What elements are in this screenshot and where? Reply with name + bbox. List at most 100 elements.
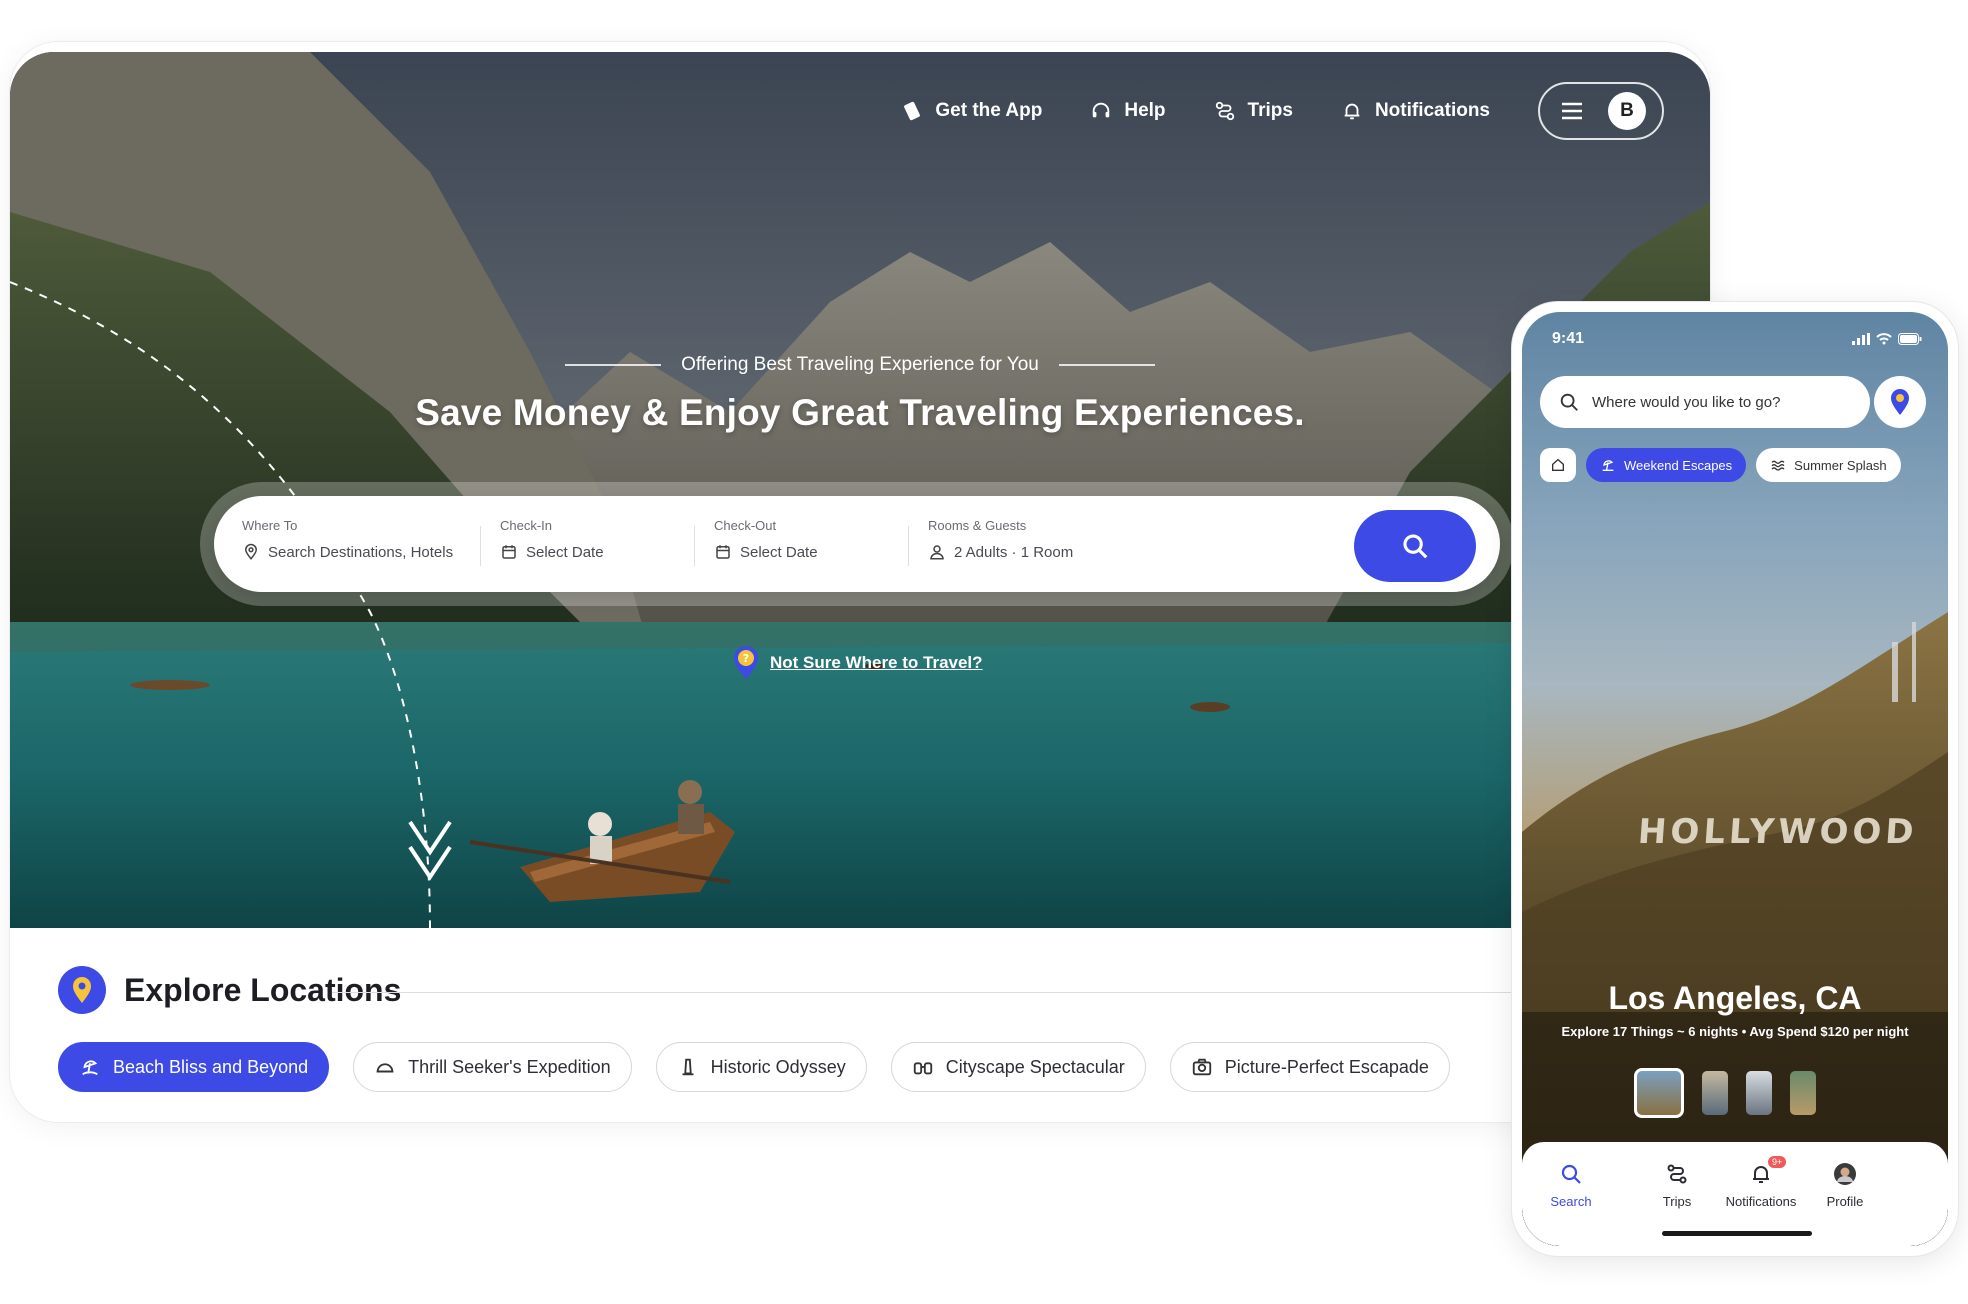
search-panel: Where To Search Destinations, Hotels Che…: [200, 482, 1514, 606]
category-chips: Beach Bliss and Beyond Thrill Seeker's E…: [58, 1042, 1450, 1092]
status-bar: 9:41: [1552, 330, 1922, 348]
tab-notifications[interactable]: 9+ Notifications: [1716, 1156, 1806, 1209]
home-icon: [1552, 458, 1564, 471]
rooms-guests-field[interactable]: Rooms & Guests 2 Adults · 1 Room: [928, 518, 1073, 561]
tab-label: Trips: [1662, 1194, 1692, 1209]
divider: [908, 526, 909, 566]
chip-beach-bliss[interactable]: Beach Bliss and Beyond: [58, 1042, 330, 1092]
get-app-link[interactable]: Get the App: [901, 100, 1042, 122]
mobile-screen: 9:41 Where would you like to go? Weekend…: [1522, 312, 1948, 1246]
not-sure-link[interactable]: ? Not Sure Where to Travel?: [732, 646, 983, 680]
tab-trips[interactable]: Trips: [1632, 1162, 1722, 1209]
chip-cityscape[interactable]: Cityscape Spectacular: [890, 1042, 1146, 1092]
signal-icon: [1852, 333, 1870, 345]
helmet-icon: [376, 1063, 394, 1073]
camera-icon: [1192, 1058, 1211, 1076]
check-out-value: Select Date: [740, 543, 818, 561]
check-out-field[interactable]: Check-Out Select Date: [714, 518, 818, 561]
mobile-preview: 9:41 Where would you like to go? Weekend…: [1512, 302, 1958, 1256]
mobile-search-placeholder: Where would you like to go?: [1592, 393, 1781, 411]
mobile-home-chip[interactable]: [1540, 448, 1576, 482]
explore-title: Explore Locations: [124, 971, 402, 1008]
profile-avatar-icon: [1834, 1163, 1856, 1185]
svg-text:?: ?: [743, 652, 749, 665]
binoculars-icon: [913, 1062, 932, 1075]
mobile-chip-summer-splash[interactable]: Summer Splash: [1756, 448, 1901, 482]
calendar-icon: [716, 545, 730, 559]
destination-subtitle: Explore 17 Things ~ 6 nights • Avg Spend…: [1561, 1024, 1909, 1039]
chip-label: Picture-Perfect Escapade: [1224, 1056, 1429, 1077]
gallery-thumb[interactable]: [1790, 1071, 1816, 1115]
mobile-category-chips: Weekend Escapes Summer Splash: [1540, 448, 1901, 482]
chip-picture-perfect[interactable]: Picture-Perfect Escapade: [1169, 1042, 1450, 1092]
user-icon: [930, 545, 944, 560]
chip-historic-odyssey[interactable]: Historic Odyssey: [655, 1042, 867, 1092]
status-time: 9:41: [1552, 330, 1585, 347]
tab-label: Search: [1550, 1194, 1592, 1209]
battery-icon: [1898, 333, 1922, 345]
home-indicator: [1662, 1231, 1812, 1236]
monument-icon: [682, 1058, 694, 1076]
tab-profile[interactable]: Profile: [1800, 1162, 1890, 1209]
where-to-placeholder: Search Destinations, Hotels: [268, 543, 454, 561]
check-in-field[interactable]: Check-In Select Date: [500, 518, 604, 561]
chip-label: Thrill Seeker's Expedition: [408, 1056, 611, 1077]
tab-label: Profile: [1826, 1194, 1864, 1209]
user-avatar: B: [1608, 92, 1646, 130]
tab-search[interactable]: Search: [1526, 1162, 1616, 1209]
headset-icon: [1093, 102, 1110, 118]
desktop-preview: Get the App Help Trips Notifications B O…: [10, 42, 1710, 1122]
search-icon: [1560, 393, 1578, 411]
trips-link[interactable]: Trips: [1214, 100, 1293, 122]
bell-icon: [1344, 103, 1360, 120]
location-pin-icon: [244, 543, 258, 560]
tagline-text: Offering Best Traveling Experience for Y…: [681, 354, 1039, 375]
mobile-location-button[interactable]: [1874, 376, 1926, 428]
hollywood-sign: HOLLYWOOD: [1636, 812, 1919, 852]
gallery-thumb[interactable]: [1634, 1068, 1684, 1118]
waves-icon: [1771, 460, 1785, 471]
check-out-label: Check-Out: [714, 518, 777, 533]
help-link[interactable]: Help: [1090, 100, 1166, 122]
mobile-tab-bar: Search Trips 9+ Notifications Profile: [1522, 1142, 1948, 1246]
not-sure-text: Not Sure Where to Travel?: [770, 653, 983, 672]
chip-label: Historic Odyssey: [710, 1056, 846, 1077]
search-button[interactable]: [1354, 510, 1476, 582]
chip-thrill-seeker[interactable]: Thrill Seeker's Expedition: [353, 1042, 632, 1092]
hero-tagline: Offering Best Traveling Experience for Y…: [10, 354, 1710, 376]
account-menu-button[interactable]: B: [1538, 82, 1664, 140]
mobile-chip-weekend-escapes[interactable]: Weekend Escapes: [1586, 448, 1747, 482]
check-in-label: Check-In: [500, 518, 553, 533]
gallery-thumb[interactable]: [1746, 1071, 1772, 1115]
mobile-chip-label: Weekend Escapes: [1624, 457, 1733, 473]
hamburger-icon: [1562, 102, 1582, 120]
hero-section: Get the App Help Trips Notifications B O…: [10, 52, 1710, 928]
divider: [480, 526, 481, 566]
question-pin-icon: ?: [734, 646, 758, 679]
search-icon: [1561, 1164, 1581, 1184]
wifi-icon: [1876, 333, 1892, 345]
search-icon: [1403, 534, 1428, 559]
route-icon: [1215, 101, 1234, 121]
search-bar: Where To Search Destinations, Hotels Che…: [214, 496, 1500, 592]
help-label: Help: [1124, 100, 1166, 121]
gallery-thumbnails: [1634, 1068, 1816, 1118]
chip-label: Cityscape Spectacular: [945, 1056, 1125, 1077]
tagline-rule-right: [1058, 364, 1155, 366]
mobile-chip-label: Summer Splash: [1794, 457, 1887, 473]
mobile-search-input[interactable]: Where would you like to go?: [1540, 376, 1870, 428]
check-in-value: Select Date: [526, 543, 604, 561]
where-to-field[interactable]: Where To Search Destinations, Hotels: [242, 518, 453, 561]
location-pin-badge-icon: [58, 966, 106, 1014]
destination-title: Los Angeles, CA: [1608, 980, 1862, 1016]
gallery-thumb[interactable]: [1702, 1071, 1728, 1115]
divider: [694, 526, 695, 566]
trips-label: Trips: [1247, 100, 1293, 121]
route-icon: [1667, 1164, 1687, 1184]
location-pin-icon: [1891, 389, 1909, 415]
chip-label: Beach Bliss and Beyond: [113, 1056, 309, 1077]
beach-icon: [1602, 460, 1614, 471]
notifications-link[interactable]: Notifications: [1341, 100, 1490, 122]
tagline-rule-left: [565, 364, 662, 366]
where-to-label: Where To: [242, 518, 298, 533]
